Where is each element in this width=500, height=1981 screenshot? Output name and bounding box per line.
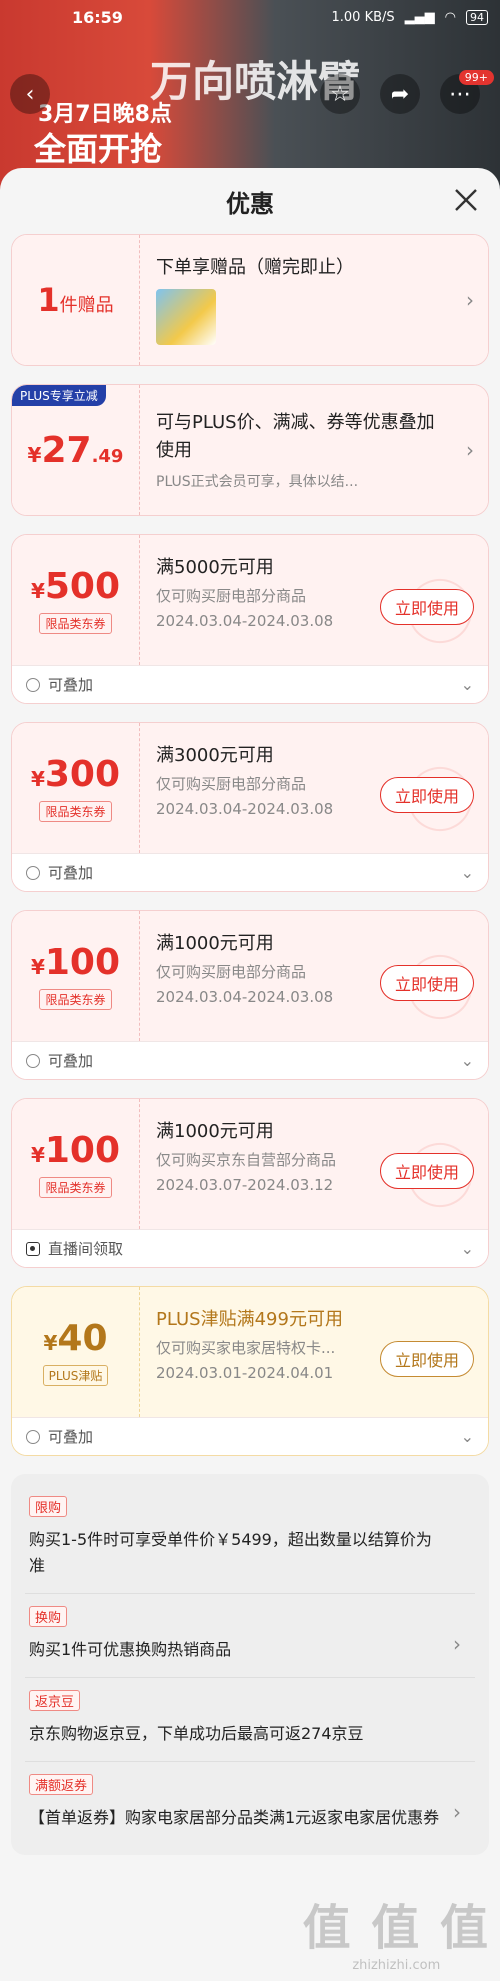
chevron-right-icon: › xyxy=(466,438,474,462)
gift-card[interactable]: 1件赠品 下单享赠品（赠完即止） › xyxy=(11,234,489,366)
plus-allowance-card: ¥40 PLUS津贴 PLUS津贴满499元可用 仅可购买家电家居特权卡... … xyxy=(11,1286,489,1456)
promotion-item: 返京豆 京东购物返京豆，下单成功后最高可返274京豆 xyxy=(25,1678,475,1762)
chevron-right-icon: › xyxy=(453,1631,461,1656)
gift-count: 1件赠品 xyxy=(37,281,114,319)
wifi-icon: ◠ xyxy=(444,9,456,25)
promotion-tag: 限购 xyxy=(29,1496,68,1517)
live-icon xyxy=(26,1241,40,1256)
plus-discount-card[interactable]: PLUS专享立减 ¥27.49 可与PLUS价、满减、券等优惠叠加使用 PLUS… xyxy=(11,384,489,516)
favorite-icon[interactable]: ☆ xyxy=(320,74,360,114)
coupon-amount: ¥300 xyxy=(30,754,121,795)
coupon-card: ¥500 限品类东券 满5000元可用 仅可购买厨电部分商品 2024.03.0… xyxy=(11,534,489,704)
share-icon[interactable]: ➦ xyxy=(380,74,420,114)
coupon-list: 1件赠品 下单享赠品（赠完即止） › PLUS专享立减 ¥27.49 可与PLU… xyxy=(0,234,500,1456)
status-time: 16:59 xyxy=(72,7,123,27)
message-badge: 99+ xyxy=(458,70,494,85)
coupon-condition: 满1000元可用 xyxy=(156,933,274,954)
coupon-amount: ¥100 xyxy=(30,942,121,983)
sheet-header: 优惠 xyxy=(0,168,500,234)
plus-amount: ¥27.49 xyxy=(27,429,124,471)
use-now-button[interactable]: 立即使用 xyxy=(379,1341,474,1377)
promotion-text: 购买1件可优惠换购热销商品 xyxy=(29,1640,232,1659)
promotion-tag: 换购 xyxy=(29,1606,68,1627)
network-speed: 1.00 KB/S xyxy=(331,9,395,25)
gift-product-image xyxy=(156,289,216,345)
promotion-item[interactable]: 满额返券 【首单返券】购家电家居部分品类满1元返家电家居优惠券 › xyxy=(25,1762,475,1845)
promotion-list: 限购 购买1-5件时可享受单件价￥5499，超出数量以结算价为准 换购 购买1件… xyxy=(11,1474,489,1855)
signal-icon: ▂▄▆ xyxy=(404,9,435,25)
coupon-amount: ¥100 xyxy=(30,1130,121,1171)
coupon-footer[interactable]: 可叠加 ⌄ xyxy=(12,853,488,891)
status-bar: 16:59 1.00 KB/S ▂▄▆ ◠ 94 xyxy=(0,0,500,34)
coupon-condition: 满3000元可用 xyxy=(156,745,274,766)
coupon-footer[interactable]: 可叠加 ⌄ xyxy=(12,665,488,703)
coupon-type-tag: PLUS津贴 xyxy=(42,1365,109,1386)
close-icon[interactable] xyxy=(450,184,482,216)
discount-sheet: 优惠 1件赠品 下单享赠品（赠完即止） › PLUS专享立减 ¥27.49 可与… xyxy=(0,168,500,1981)
chevron-down-icon[interactable]: ⌄ xyxy=(461,1239,474,1258)
battery-icon: 94 xyxy=(466,9,488,25)
chevron-down-icon[interactable]: ⌄ xyxy=(461,1427,474,1446)
use-now-button[interactable]: 立即使用 xyxy=(379,965,474,1001)
stack-icon xyxy=(26,1429,40,1444)
promotion-item[interactable]: 换购 购买1件可优惠换购热销商品 › xyxy=(25,1594,475,1678)
stack-icon xyxy=(26,1053,40,1068)
coupon-footer-label: 直播间领取 xyxy=(48,1240,124,1258)
coupon-type-tag: 限品类东券 xyxy=(39,613,112,634)
chevron-down-icon[interactable]: ⌄ xyxy=(461,675,474,694)
coupon-footer-label: 可叠加 xyxy=(48,864,94,882)
promotion-text: 京东购物返京豆，下单成功后最高可返274京豆 xyxy=(29,1724,364,1743)
stack-icon xyxy=(26,865,40,880)
coupon-amount: ¥40 xyxy=(43,1318,108,1359)
watermark-url: zhizhizhi.com xyxy=(352,1958,441,1973)
watermark-logo: 值 值 值 xyxy=(302,1900,490,1956)
plus-badge: PLUS专享立减 xyxy=(12,385,106,406)
gift-title: 下单享赠品（赠完即止） xyxy=(156,257,354,278)
use-now-button[interactable]: 立即使用 xyxy=(379,777,474,813)
promotion-tag: 返京豆 xyxy=(29,1690,81,1711)
promotion-text: 【首单返券】购家电家居部分品类满1元返家电家居优惠券 xyxy=(29,1808,440,1827)
use-now-button[interactable]: 立即使用 xyxy=(379,1153,474,1189)
chevron-down-icon[interactable]: ⌄ xyxy=(461,863,474,882)
chevron-down-icon[interactable]: ⌄ xyxy=(461,1051,474,1070)
plus-description: 可与PLUS价、满减、券等优惠叠加使用 xyxy=(156,412,435,461)
promotion-item: 限购 购买1-5件时可享受单件价￥5499，超出数量以结算价为准 xyxy=(25,1484,475,1594)
site-watermark: 值 值 值 zhizhizhi.com xyxy=(303,1888,490,1973)
coupon-footer-label: 可叠加 xyxy=(48,1052,94,1070)
stack-icon xyxy=(26,677,40,692)
coupon-footer[interactable]: 直播间领取 ⌄ xyxy=(12,1229,488,1267)
coupon-card: ¥100 限品类东券 满1000元可用 仅可购买厨电部分商品 2024.03.0… xyxy=(11,910,489,1080)
banner-sale: 全面开抢 xyxy=(34,130,163,168)
coupon-type-tag: 限品类东券 xyxy=(39,801,112,822)
chevron-right-icon: › xyxy=(466,288,474,312)
promotion-tag: 满额返券 xyxy=(29,1774,94,1795)
coupon-footer-label: 可叠加 xyxy=(48,1428,94,1446)
coupon-card: ¥300 限品类东券 满3000元可用 仅可购买厨电部分商品 2024.03.0… xyxy=(11,722,489,892)
sheet-title: 优惠 xyxy=(226,189,274,218)
use-now-button[interactable]: 立即使用 xyxy=(379,589,474,625)
back-icon[interactable]: ‹ xyxy=(10,74,50,114)
coupon-footer[interactable]: 可叠加 ⌄ xyxy=(12,1417,488,1455)
coupon-condition: 满5000元可用 xyxy=(156,557,274,578)
coupon-type-tag: 限品类东券 xyxy=(39,1177,112,1198)
coupon-amount: ¥500 xyxy=(30,566,121,607)
chevron-right-icon: › xyxy=(453,1799,461,1824)
coupon-card: ¥100 限品类东券 满1000元可用 仅可购买京东自营部分商品 2024.03… xyxy=(11,1098,489,1268)
plus-note: PLUS正式会员可享，具体以结... xyxy=(156,474,359,490)
coupon-footer-label: 可叠加 xyxy=(48,676,94,694)
coupon-condition: PLUS津贴满499元可用 xyxy=(156,1309,343,1330)
coupon-footer[interactable]: 可叠加 ⌄ xyxy=(12,1041,488,1079)
promotion-text: 购买1-5件时可享受单件价￥5499，超出数量以结算价为准 xyxy=(29,1530,432,1575)
coupon-condition: 满1000元可用 xyxy=(156,1121,274,1142)
coupon-type-tag: 限品类东券 xyxy=(39,989,112,1010)
